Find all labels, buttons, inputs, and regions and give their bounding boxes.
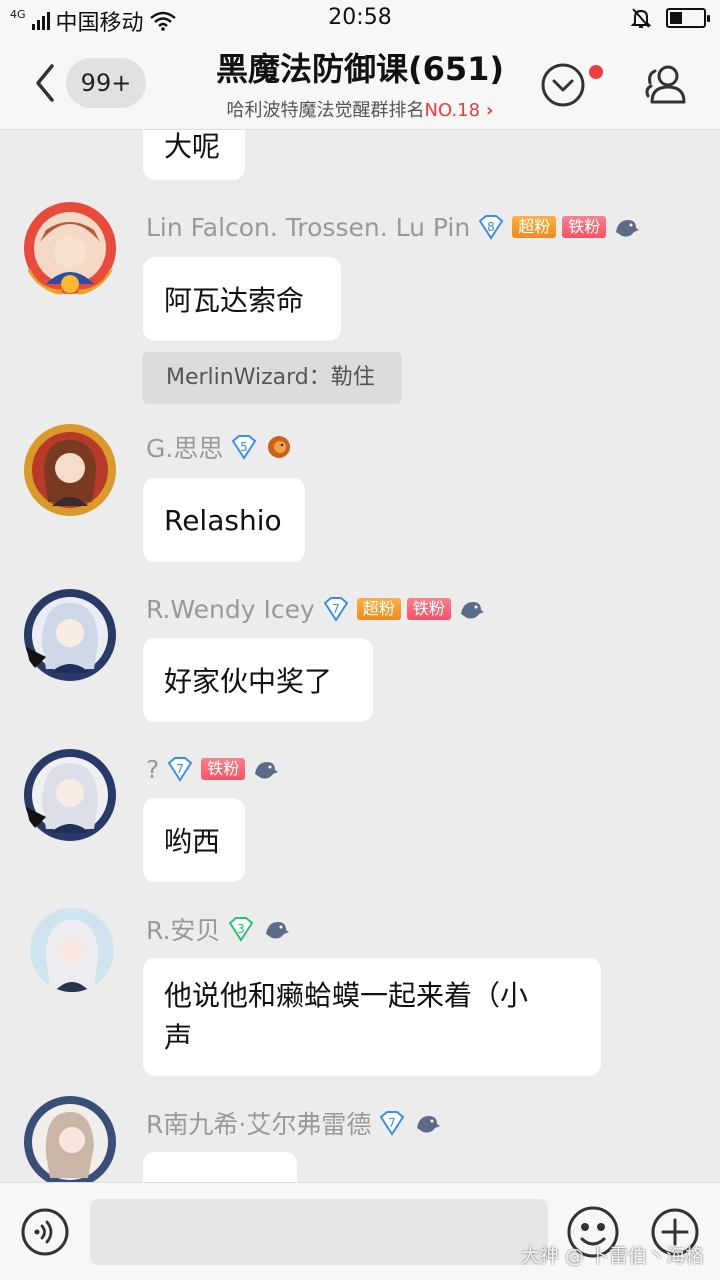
super-fan-badge: 超粉 xyxy=(356,598,401,620)
chat-header: 99+ 黑魔法防御课(651) 哈利波特魔法觉醒群排名NO.18 › xyxy=(0,38,720,130)
message-bubble[interactable]: 阿瓦达索命 xyxy=(143,257,341,341)
system-notice: MerlinWizard：勒住 xyxy=(142,352,402,404)
message-bubble[interactable]: 哟西 xyxy=(143,798,245,882)
level-badge-icon: 7 xyxy=(323,597,349,622)
nickname[interactable]: R南九希·艾尔弗雷德 xyxy=(146,1105,371,1141)
nickname[interactable]: ? xyxy=(146,755,159,784)
nickname[interactable]: G.思思 xyxy=(146,429,223,465)
message-text: 大呢 xyxy=(164,130,221,163)
avatar[interactable] xyxy=(22,587,118,683)
message-bubble[interactable]: 他说他和癞蛤蟆一起来着（小 声 xyxy=(143,958,601,1076)
bird-badge-icon xyxy=(255,762,279,779)
group-title[interactable]: 黑魔法防御课(651) xyxy=(0,44,720,90)
message-text: 阿瓦达索命 xyxy=(164,284,305,317)
input-bar: 大神 @ 卜雷伯丶海格 xyxy=(0,1182,720,1280)
message-header: R南九希·艾尔弗雷德 7 xyxy=(146,1106,441,1140)
nickname[interactable]: Lin Falcon. Trossen. Lu Pin xyxy=(146,213,470,242)
message-header: ? 7 铁粉 xyxy=(146,752,279,786)
level-number: 7 xyxy=(176,762,184,776)
avatar[interactable] xyxy=(22,747,118,843)
watermark: 大神 @ 卜雷伯丶海格 xyxy=(520,1245,704,1267)
message-bubble[interactable]: 大呢 xyxy=(143,130,245,180)
level-badge-icon: 3 xyxy=(229,917,254,942)
message-bubble[interactable]: Relashio xyxy=(143,478,305,562)
level-number: 7 xyxy=(332,602,340,616)
notification-dot xyxy=(589,65,603,79)
message-bubble[interactable]: 好家伙中奖了 xyxy=(143,638,373,722)
message-list[interactable]: 大呢 Lin Falcon. Trossen. Lu Pin 8 超粉 铁粉 阿… xyxy=(0,130,720,1182)
message-header: R.安贝 3 xyxy=(146,912,290,946)
avatar[interactable] xyxy=(30,908,114,992)
chevron-right-icon: › xyxy=(486,100,494,121)
voice-icon[interactable] xyxy=(20,1207,70,1257)
nickname[interactable]: R.Wendy Icey xyxy=(146,595,315,624)
level-number: 5 xyxy=(241,440,249,454)
iron-fan-badge: 铁粉 xyxy=(562,216,607,238)
avatar[interactable] xyxy=(22,1094,118,1182)
message-bubble[interactable] xyxy=(143,1152,297,1182)
level-badge-icon: 8 xyxy=(478,215,504,240)
clock: 20:58 xyxy=(328,5,392,30)
message-text-line: 声 xyxy=(164,1021,193,1054)
level-number: 8 xyxy=(487,220,495,234)
status-bar: 4G 中国移动 20:58 xyxy=(0,0,720,38)
message-header: G.思思 5 xyxy=(146,430,293,464)
group-members-icon[interactable] xyxy=(642,62,688,108)
avatar[interactable] xyxy=(22,422,118,518)
super-fan-badge: 超粉 xyxy=(512,216,557,238)
iron-fan-badge: 铁粉 xyxy=(201,758,246,780)
bird-badge-icon xyxy=(616,220,640,237)
iron-fan-badge: 铁粉 xyxy=(406,598,451,620)
level-badge-icon: 7 xyxy=(380,1111,405,1136)
message-input[interactable] xyxy=(90,1199,548,1265)
message-text: Relashio xyxy=(164,503,282,537)
level-number: 7 xyxy=(389,1116,397,1130)
bird-badge-icon xyxy=(266,922,290,939)
message-text-line: 他说他和癞蛤蟆一起来着（小 xyxy=(164,979,529,1012)
chevron-down-circle-icon[interactable] xyxy=(540,62,586,108)
rank-label: 哈利波特魔法觉醒群排名 xyxy=(226,100,425,121)
lion-badge-icon xyxy=(268,436,291,458)
level-number: 3 xyxy=(238,922,246,936)
nickname[interactable]: R.安贝 xyxy=(146,911,220,947)
group-rank-link[interactable]: 哈利波特魔法觉醒群排名NO.18 › xyxy=(0,96,720,122)
message-text: 哟西 xyxy=(164,825,221,858)
bird-badge-icon xyxy=(460,602,484,619)
bird-badge-icon xyxy=(417,1116,441,1133)
message-header: R.Wendy Icey 7 超粉 铁粉 xyxy=(146,592,485,626)
mute-bell-icon xyxy=(630,8,652,28)
message-text: 好家伙中奖了 xyxy=(164,665,333,698)
avatar[interactable] xyxy=(22,200,118,296)
message-header: Lin Falcon. Trossen. Lu Pin 8 超粉 铁粉 xyxy=(146,210,640,244)
level-badge-icon: 7 xyxy=(167,757,193,782)
rank-value: NO.18 xyxy=(424,100,481,121)
battery-icon xyxy=(666,8,710,28)
level-badge-icon: 5 xyxy=(232,435,257,460)
